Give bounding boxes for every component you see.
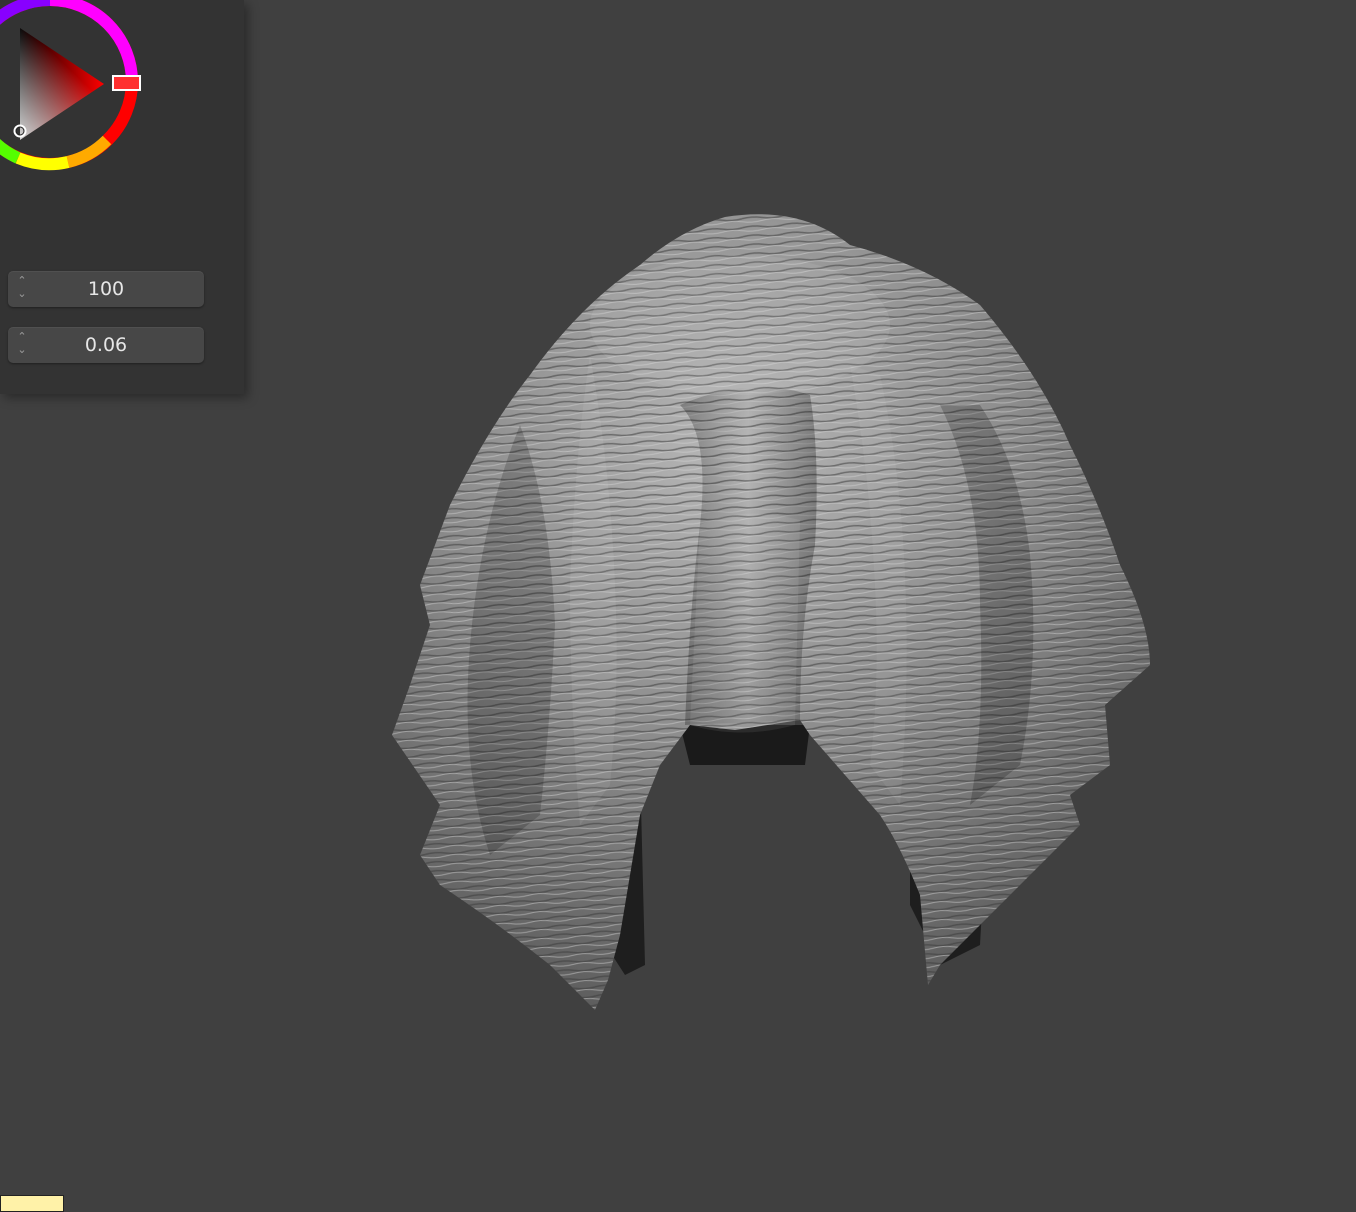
- hue-handle[interactable]: [112, 75, 141, 91]
- radius-value[interactable]: 0.06: [8, 327, 204, 363]
- radius-field[interactable]: ⌃ ⌄ 0.06: [8, 327, 204, 363]
- strength-field[interactable]: ⌃ ⌄ 100: [8, 271, 204, 307]
- sculpted-mesh[interactable]: [380, 205, 1170, 1025]
- color-wheel[interactable]: [0, 0, 142, 174]
- strength-value[interactable]: 100: [8, 271, 204, 307]
- 3d-viewport[interactable]: ⌃ ⌄ 100 ⌃ ⌄ 0.06: [0, 0, 1356, 1212]
- color-swatch[interactable]: [0, 1195, 64, 1212]
- brush-settings-panel: ⌃ ⌄ 100 ⌃ ⌄ 0.06: [0, 0, 244, 394]
- saturation-value-triangle[interactable]: [20, 28, 104, 140]
